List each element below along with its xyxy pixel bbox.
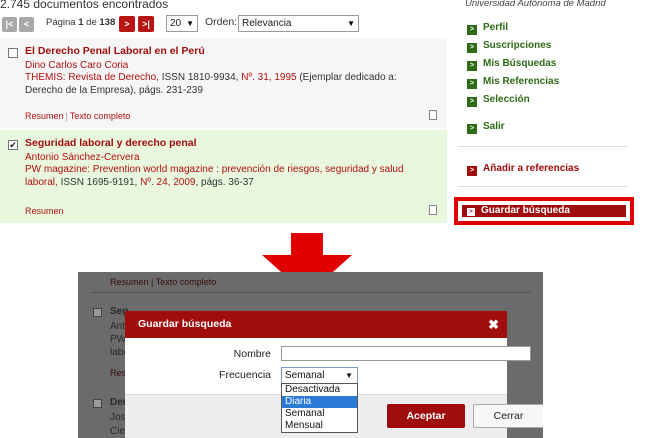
frequency-option-highlighted[interactable]: Diaria	[282, 396, 357, 408]
next-page-button[interactable]: >	[119, 16, 135, 32]
source-journal[interactable]: THEMIS: Revista de Derecho,	[25, 72, 159, 83]
source-issue[interactable]: Nº. 31, 1995	[241, 72, 296, 83]
source-issn: ISSN 1695-9191,	[57, 177, 141, 188]
background-text: PW	[110, 334, 127, 345]
summary-link[interactable]: Resumen	[25, 111, 64, 121]
frequency-label: Frecuencia	[219, 369, 271, 381]
document-icon[interactable]	[429, 205, 437, 215]
sidebar-item-label: Perfil	[483, 22, 509, 33]
sidebar-item-my-searches[interactable]: > Mis Búsquedas	[467, 58, 557, 71]
result-checkbox[interactable]: ✔	[8, 140, 18, 150]
page-total: 138	[99, 17, 116, 28]
page-current: 1	[78, 17, 84, 28]
sidebar-item-label: Selección	[483, 94, 530, 105]
sidebar-item-my-references[interactable]: > Mis Referencias	[467, 76, 560, 89]
next-page-icon: >	[124, 19, 130, 29]
arrow-right-icon: >	[467, 166, 477, 176]
fulltext-link[interactable]: Texto completo	[70, 111, 131, 121]
result-source: THEMIS: Revista de Derecho, ISSN 1810-99…	[25, 71, 425, 97]
arrow-right-icon: >	[467, 79, 477, 89]
source-issue[interactable]: Nº. 24, 2009	[140, 177, 195, 188]
sidebar-item-profile[interactable]: > Perfil	[467, 22, 509, 35]
dropdown-arrow-icon: ▼	[345, 371, 353, 380]
background-text: Cie	[110, 426, 126, 437]
dialog-screenshot: Resumen | Texto completo Seg Ant PW labo…	[78, 272, 543, 438]
name-input[interactable]	[281, 346, 531, 361]
background-text: Jos	[110, 412, 126, 423]
first-page-icon: |<	[5, 19, 14, 29]
sidebar-divider	[458, 186, 628, 187]
sidebar-item-label: Mis Búsquedas	[483, 58, 557, 69]
frequency-select[interactable]: Semanal ▼	[281, 367, 358, 384]
arrow-right-icon: >	[467, 124, 477, 134]
accept-button[interactable]: Aceptar	[387, 404, 465, 428]
sidebar-item-label: Suscripciones	[483, 40, 552, 51]
last-page-icon: >|	[142, 19, 150, 29]
sidebar-divider	[458, 146, 628, 147]
sidebar-item-logout[interactable]: > Salir	[467, 121, 505, 134]
result-title[interactable]: Seguridad laboral y derecho penal	[25, 137, 447, 149]
university-name: Universidad Autónoma de Madrid	[465, 0, 606, 9]
dropdown-arrow-icon: ▼	[186, 19, 194, 28]
save-search-label: Guardar búsqueda	[481, 205, 570, 216]
page-of: de	[86, 17, 97, 28]
summary-link[interactable]: Resumen	[25, 206, 64, 216]
result-links: Resumen | Texto completo	[25, 111, 131, 121]
add-references-button[interactable]: > Añadir a referencias	[467, 163, 580, 176]
sidebar-item-subscriptions[interactable]: > Suscripciones	[467, 40, 552, 53]
background-checkbox	[93, 399, 102, 408]
per-page-select[interactable]: 20 ▼	[166, 15, 198, 32]
per-page-value: 20	[170, 18, 182, 29]
document-icon[interactable]	[429, 110, 437, 120]
background-links-row: Resumen | Texto completo	[110, 277, 217, 287]
order-value: Relevancia	[242, 18, 292, 29]
result-title[interactable]: El Derecho Penal Laboral en el Perú	[25, 45, 447, 57]
source-rest: , págs. 36-37	[195, 177, 254, 188]
background-checkbox	[93, 308, 102, 317]
frequency-option[interactable]: Mensual	[282, 420, 357, 432]
result-author[interactable]: Antonio Sánchez-Cervera	[25, 152, 447, 163]
page-word: Página	[46, 17, 76, 28]
last-page-button[interactable]: >|	[138, 16, 154, 32]
prev-page-button[interactable]: <	[19, 17, 34, 32]
dialog-title: Guardar búsqueda	[138, 318, 232, 330]
first-page-button[interactable]: |<	[2, 17, 17, 32]
arrow-right-icon: >	[467, 43, 477, 53]
sidebar-item-label: Mis Referencias	[483, 76, 560, 87]
arrow-right-icon: >	[467, 25, 477, 35]
background-text: Ant	[110, 321, 126, 332]
frequency-option[interactable]: Desactivada	[282, 384, 357, 396]
close-icon[interactable]: ✖	[488, 311, 499, 338]
background-text: Res	[110, 368, 127, 378]
name-label: Nombre	[233, 348, 271, 360]
result-item: ✔ Seguridad laboral y derecho penal Anto…	[0, 130, 447, 223]
add-references-label: Añadir a referencias	[483, 163, 580, 174]
close-button[interactable]: Cerrar	[473, 404, 543, 428]
sidebar-item-selection[interactable]: > Selección	[467, 94, 530, 107]
sidebar-item-label: Salir	[483, 121, 505, 132]
result-author[interactable]: Dino Carlos Caro Coria	[25, 60, 447, 71]
page-indicator: Página 1 de 138	[46, 17, 115, 28]
result-item: El Derecho Penal Laboral en el Perú Dino…	[0, 38, 447, 128]
arrow-right-icon: >	[467, 97, 477, 107]
arrow-right-icon: >	[467, 208, 475, 216]
frequency-options-list: Desactivada Diaria Semanal Mensual	[281, 383, 358, 433]
result-source: PW magazine: Prevention world magazine :…	[25, 163, 425, 189]
order-select[interactable]: Relevancia ▼	[238, 15, 359, 32]
frequency-option[interactable]: Semanal	[282, 408, 357, 420]
arrow-right-icon: >	[467, 61, 477, 71]
prev-page-icon: <	[23, 19, 30, 29]
frequency-value: Semanal	[285, 370, 325, 381]
save-search-button[interactable]: > Guardar búsqueda	[462, 205, 626, 217]
result-checkbox[interactable]	[8, 48, 18, 58]
save-search-dialog: Guardar búsqueda ✖ Nombre Frecuencia Sem…	[125, 311, 543, 438]
background-divider	[91, 292, 531, 293]
dropdown-arrow-icon: ▼	[347, 19, 355, 28]
source-issn: ISSN 1810-9934,	[158, 72, 242, 83]
result-links: Resumen	[25, 206, 64, 216]
results-count: 2.745 documentos encontrados	[0, 0, 169, 11]
dialog-header: Guardar búsqueda ✖	[125, 311, 507, 338]
order-label: Orden:	[205, 16, 238, 28]
